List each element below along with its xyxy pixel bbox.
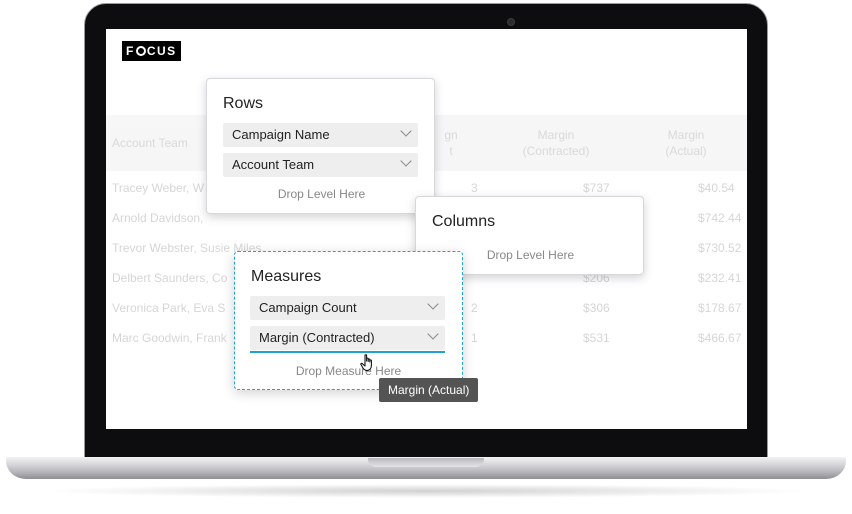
dragged-field-tooltip: Margin (Actual) (379, 378, 479, 402)
rows-drop-zone[interactable]: Drop Level Here (207, 187, 436, 201)
webcam-icon (507, 18, 515, 26)
chevron-down-icon[interactable] (400, 155, 412, 167)
logo-o-icon (135, 46, 146, 56)
drop-insertion-indicator (250, 351, 445, 353)
measure-field-label: Margin (Contracted) (259, 330, 375, 345)
measures-panel[interactable]: Measures Campaign Count Margin (Contract… (234, 251, 463, 390)
measure-field-margin-contracted[interactable]: Margin (Contracted) (250, 326, 445, 350)
row-field-account-team[interactable]: Account Team (223, 153, 418, 177)
header-account-team: Account Team (112, 136, 188, 150)
grab-cursor-icon (360, 354, 372, 372)
row-field-campaign-name[interactable]: Campaign Name (223, 123, 418, 147)
chevron-down-icon[interactable] (400, 125, 412, 137)
measure-field-campaign-count[interactable]: Campaign Count (250, 296, 445, 320)
measure-field-label: Campaign Count (259, 300, 357, 315)
laptop-screen: F CUS Account Team gn t Margin (Contract… (106, 29, 747, 429)
header-margin-actual: Margin (Actual) (665, 128, 707, 158)
logo-letters: CUS (146, 44, 177, 58)
row-field-label: Campaign Name (232, 127, 330, 142)
chevron-down-icon[interactable] (427, 328, 439, 340)
laptop-notch (368, 458, 484, 467)
laptop-shadow (40, 484, 812, 498)
measures-drop-zone[interactable]: Drop Measure Here (235, 364, 462, 378)
rows-title: Rows (223, 95, 264, 112)
rows-panel: Rows Campaign Name Account Team Drop Lev… (206, 78, 435, 214)
chevron-down-icon[interactable] (427, 298, 439, 310)
columns-title: Columns (432, 213, 496, 230)
logo-letter: F (126, 44, 135, 58)
header-margin-contracted: Margin (Contracted) (522, 128, 590, 158)
measures-title: Measures (251, 268, 322, 285)
row-field-label: Account Team (232, 157, 315, 172)
focus-logo[interactable]: F CUS (122, 41, 181, 61)
header-campaign-count: gn t (444, 128, 458, 158)
